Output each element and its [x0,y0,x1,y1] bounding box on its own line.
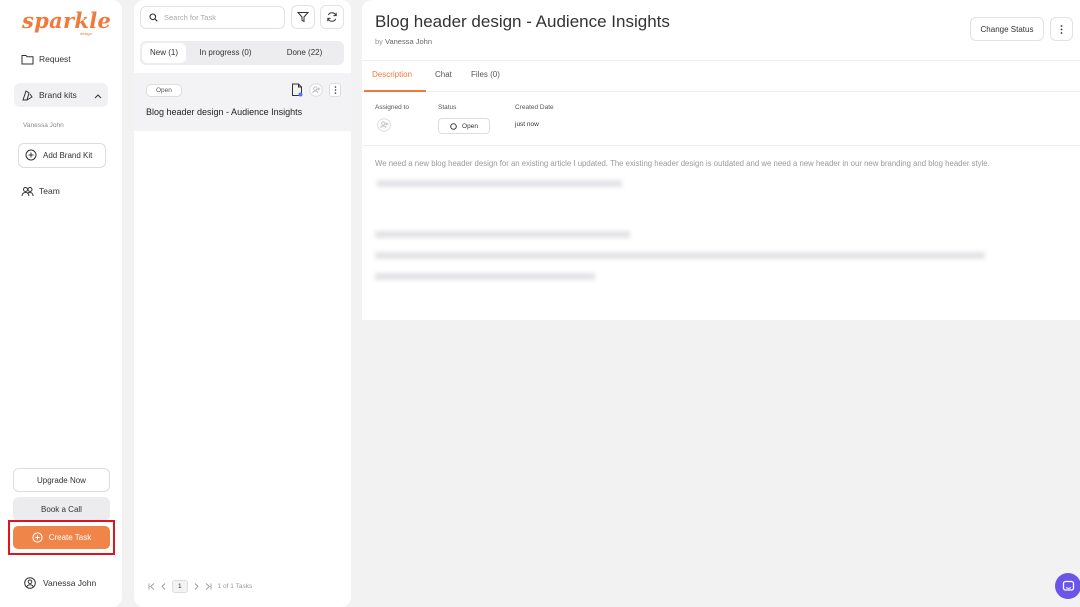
status-text: Open [462,122,478,130]
workspace-name[interactable]: Vanessa John [23,122,64,129]
sidebar-item-label: Brand kits [39,90,77,100]
support-chat-button[interactable] [1055,573,1080,599]
sidebar-item-brand-kits[interactable]: Brand kits [14,83,108,107]
plus-circle-icon [32,532,43,543]
file-icon[interactable] [291,83,303,97]
more-vertical-icon[interactable] [329,83,341,97]
tab-chat[interactable]: Chat [435,70,452,79]
created-date-label: Created Date [515,104,554,111]
search-input[interactable]: Search for Task [140,6,285,29]
status-value[interactable]: Open [438,118,490,134]
task-author: by Vanessa John [375,37,432,46]
task-description: We need a new blog header design for an … [375,159,990,168]
sidebar-item-label: Request [39,54,71,64]
user-circle-icon [24,577,36,589]
folder-icon [20,52,34,66]
brand-kit-icon [20,88,34,102]
chevron-up-icon[interactable] [94,91,102,101]
pager-summary: 1 of 1 Tasks [217,583,253,590]
create-task-button[interactable]: Create Task [13,526,110,549]
task-list-panel: Search for Task New (1) In progress (0) … [134,0,351,607]
filter-button[interactable] [291,5,315,29]
refresh-button[interactable] [320,5,344,29]
prev-page-icon[interactable] [161,583,166,590]
empty-area [362,320,1080,607]
task-status-tabs: New (1) In progress (0) Done (22) [140,41,344,65]
blurred-content [375,180,1015,288]
author-name: Vanessa John [385,37,432,46]
search-icon [149,13,158,22]
task-detail-panel: Blog header design - Audience Insights b… [362,0,1080,607]
user-menu[interactable]: Vanessa John [24,577,96,589]
tab-new[interactable]: New (1) [142,43,186,63]
more-options-button[interactable] [1050,17,1073,41]
add-brand-kit-label: Add Brand Kit [43,151,93,160]
user-name: Vanessa John [43,578,97,588]
team-icon [20,184,34,198]
book-a-call-button[interactable]: Book a Call [13,497,110,521]
assignee-avatar-icon[interactable] [377,118,391,132]
filter-icon [297,11,309,23]
tab-description[interactable]: Description [372,70,412,79]
plus-circle-icon [25,149,37,163]
sparkle-logo[interactable]: sparkle [22,8,111,33]
create-task-label: Create Task [48,533,92,542]
status-badge: Open [146,84,182,97]
active-tab-indicator [364,90,426,92]
status-label: Status [438,104,457,111]
change-status-button[interactable]: Change Status [970,17,1044,41]
last-page-icon[interactable] [205,583,212,590]
chat-icon [1062,580,1075,593]
tab-in-progress[interactable]: In progress (0) [186,43,265,63]
page-title: Blog header design - Audience Insights [375,12,670,31]
upgrade-now-button[interactable]: Upgrade Now [13,468,110,492]
task-card[interactable]: Open Blog header design - Audience Insig… [134,73,351,131]
detail-tabs: Description Chat Files (0) [362,60,1080,92]
refresh-icon [326,11,338,23]
first-page-icon[interactable] [148,583,155,590]
page-number[interactable]: 1 [172,580,188,593]
search-placeholder: Search for Task [164,13,216,22]
pagination: 1 1 of 1 Tasks [148,580,252,593]
logo-subtext: design [80,31,92,36]
tab-done[interactable]: Done (22) [265,43,344,63]
divider [362,145,1080,146]
assignee-avatar-icon[interactable] [309,83,323,97]
sidebar-item-team[interactable]: Team [14,179,108,203]
next-page-icon[interactable] [194,583,199,590]
task-card-actions [291,83,341,97]
assigned-to-label: Assigned to [375,104,409,111]
sidebar-item-label: Team [39,186,60,196]
author-prefix: by [375,37,383,46]
sidebar: sparkle design Request Brand kits Vaness… [0,0,122,607]
more-vertical-icon [1060,24,1063,34]
add-brand-kit-button[interactable]: Add Brand Kit [18,143,106,168]
task-card-title: Blog header design - Audience Insights [146,107,303,117]
create-task-highlight: Create Task [8,520,115,555]
created-date-value: just now [515,121,539,128]
sidebar-item-request[interactable]: Request [14,47,108,71]
tab-files[interactable]: Files (0) [471,70,500,79]
status-circle-icon [450,122,457,130]
